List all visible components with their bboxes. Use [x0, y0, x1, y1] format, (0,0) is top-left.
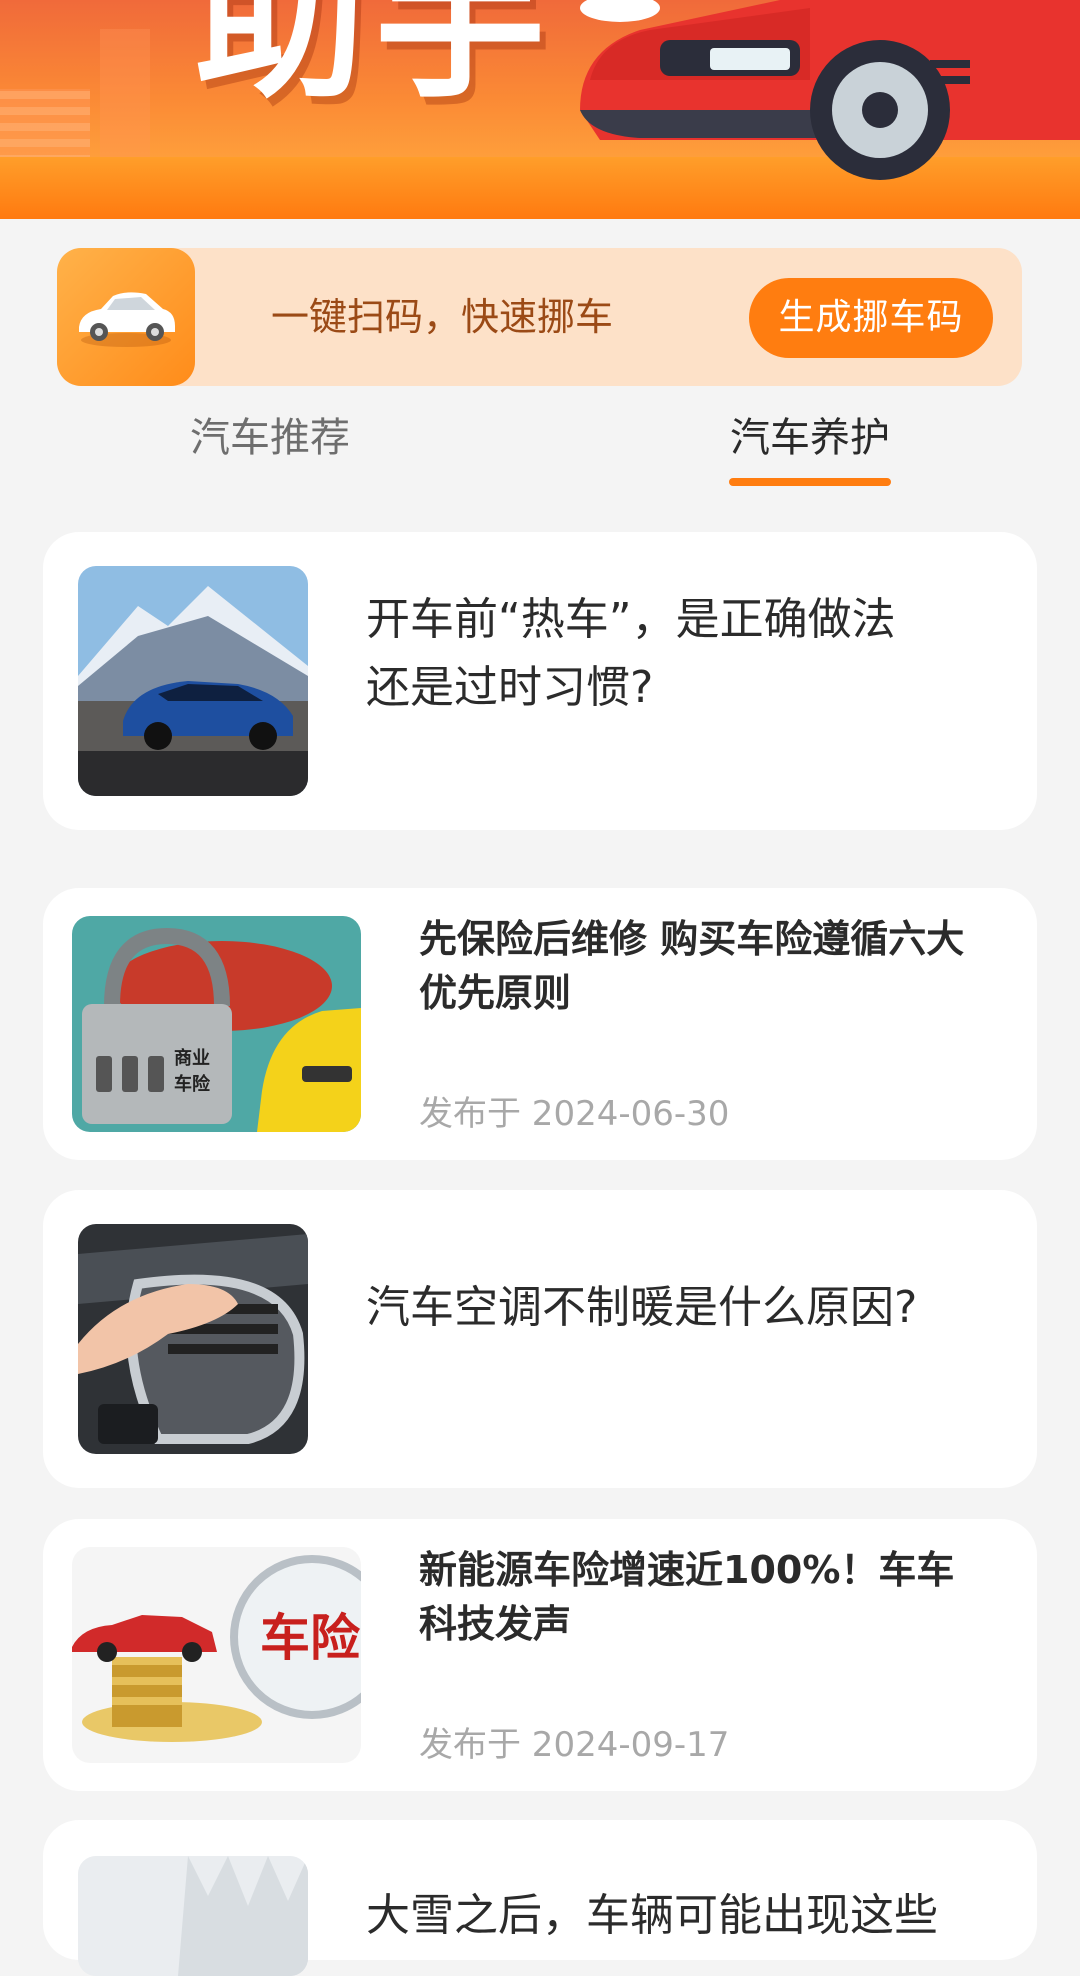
article-title: 汽车空调不制暖是什么原因? — [366, 1282, 918, 1333]
article-title: 开车前“热车”，是正确做法 还是过时习惯? — [366, 594, 896, 713]
article-title: 先保险后维修 购买车险遵循六大 优先原则 — [419, 917, 965, 1015]
article-thumbnail: 商业 车险 — [72, 916, 361, 1132]
svg-text:车险: 车险 — [174, 1073, 211, 1095]
move-car-text: 一键扫码，快速挪车 — [271, 295, 614, 339]
article-card[interactable]: 商业 车险 先保险后维修 购买车险遵循六大 优先原则 发布于 2024-06-3… — [43, 888, 1037, 1160]
article-card[interactable]: 开车前“热车”，是正确做法 还是过时习惯? — [43, 532, 1037, 830]
article-date: 发布于 2024-09-17 — [419, 1725, 730, 1765]
svg-text:商业: 商业 — [174, 1047, 210, 1069]
active-tab-indicator — [729, 478, 891, 486]
article-card[interactable]: 车险 新能源车险增速近100%！车车 科技发声 发布于 2024-09-17 — [43, 1519, 1037, 1791]
move-car-bar[interactable]: 一键扫码，快速挪车 生成挪车码 — [57, 248, 1022, 386]
article-date: 发布于 2024-06-30 — [419, 1094, 730, 1134]
generate-move-code-button[interactable]: 生成挪车码 — [749, 278, 993, 358]
banner-title: 助手 — [195, 0, 556, 122]
red-car-illustration — [580, 0, 1080, 180]
article-thumbnail: 车险 — [72, 1547, 361, 1763]
svg-text:车险: 车险 — [260, 1609, 361, 1667]
tab-car-maintenance[interactable]: 汽车养护 — [730, 408, 890, 468]
header-banner: 助手 — [0, 0, 1080, 219]
article-thumbnail — [78, 566, 308, 796]
article-title: 新能源车险增速近100%！车车 科技发声 — [419, 1548, 955, 1646]
car-icon — [57, 248, 195, 386]
article-thumbnail — [78, 1224, 308, 1454]
article-card[interactable]: 大雪之后，车辆可能出现这些 — [43, 1820, 1037, 1976]
article-card[interactable]: 汽车空调不制暖是什么原因? — [43, 1190, 1037, 1488]
article-thumbnail — [78, 1856, 308, 1976]
building-illustration — [100, 29, 150, 159]
tab-car-recommend[interactable]: 汽车推荐 — [190, 408, 350, 468]
article-title: 大雪之后，车辆可能出现这些 — [366, 1890, 938, 1941]
